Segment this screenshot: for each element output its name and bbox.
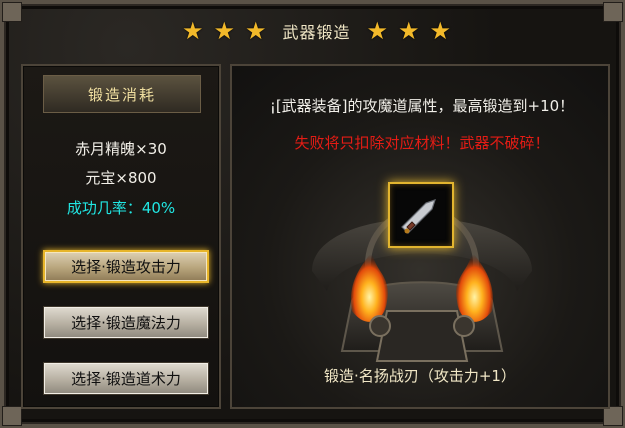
star-icon: ★ — [429, 17, 452, 45]
star-icon: ★ — [366, 17, 389, 45]
cost-header: 锻造消耗 — [43, 75, 201, 113]
success-rate: 成功几率：40% — [66, 199, 176, 217]
cost-currency: 元宝×800 — [85, 169, 157, 187]
select-forge-taoism-button[interactable]: 选择·锻造道术力 — [43, 362, 209, 395]
corner-ornament-bl — [2, 406, 22, 426]
corner-ornament-tl — [2, 2, 22, 22]
forge-window: ★ ★ ★ 武器锻造 ★ ★ ★ 锻造消耗 赤月精魄×30 元宝×800 成功几… — [0, 0, 625, 428]
star-icon: ★ — [244, 17, 267, 45]
select-forge-magic-button[interactable]: 选择·锻造魔法力 — [43, 306, 209, 339]
corner-ornament-tr — [603, 2, 623, 22]
cost-material: 赤月精魄×30 — [75, 140, 167, 158]
star-icon: ★ — [398, 17, 420, 45]
star-icon: ★ — [181, 17, 204, 45]
corner-ornament-br — [603, 406, 623, 426]
window-title: 武器锻造 — [282, 23, 351, 42]
forge-panel: ¡[武器装备]的攻魔道属性，最高锻造到+10！ 失败将只扣除对应材料！武器不破碎… — [230, 64, 610, 409]
star-icon: ★ — [213, 17, 235, 45]
sword-icon — [401, 199, 436, 234]
forge-result-text: 锻造·名扬战刃（攻击力+1） — [324, 367, 516, 385]
title-bar: ★ ★ ★ 武器锻造 ★ ★ ★ — [154, 12, 479, 50]
warning-text: 失败将只扣除对应材料！武器不破碎！ — [294, 134, 550, 152]
cost-panel: 锻造消耗 赤月精魄×30 元宝×800 成功几率：40% 选择·锻造攻击力 选择… — [21, 64, 221, 409]
select-forge-attack-button[interactable]: 选择·锻造攻击力 — [43, 250, 209, 283]
weapon-slot[interactable] — [388, 182, 454, 248]
info-text: ¡[武器装备]的攻魔道属性，最高锻造到+10！ — [269, 97, 575, 115]
